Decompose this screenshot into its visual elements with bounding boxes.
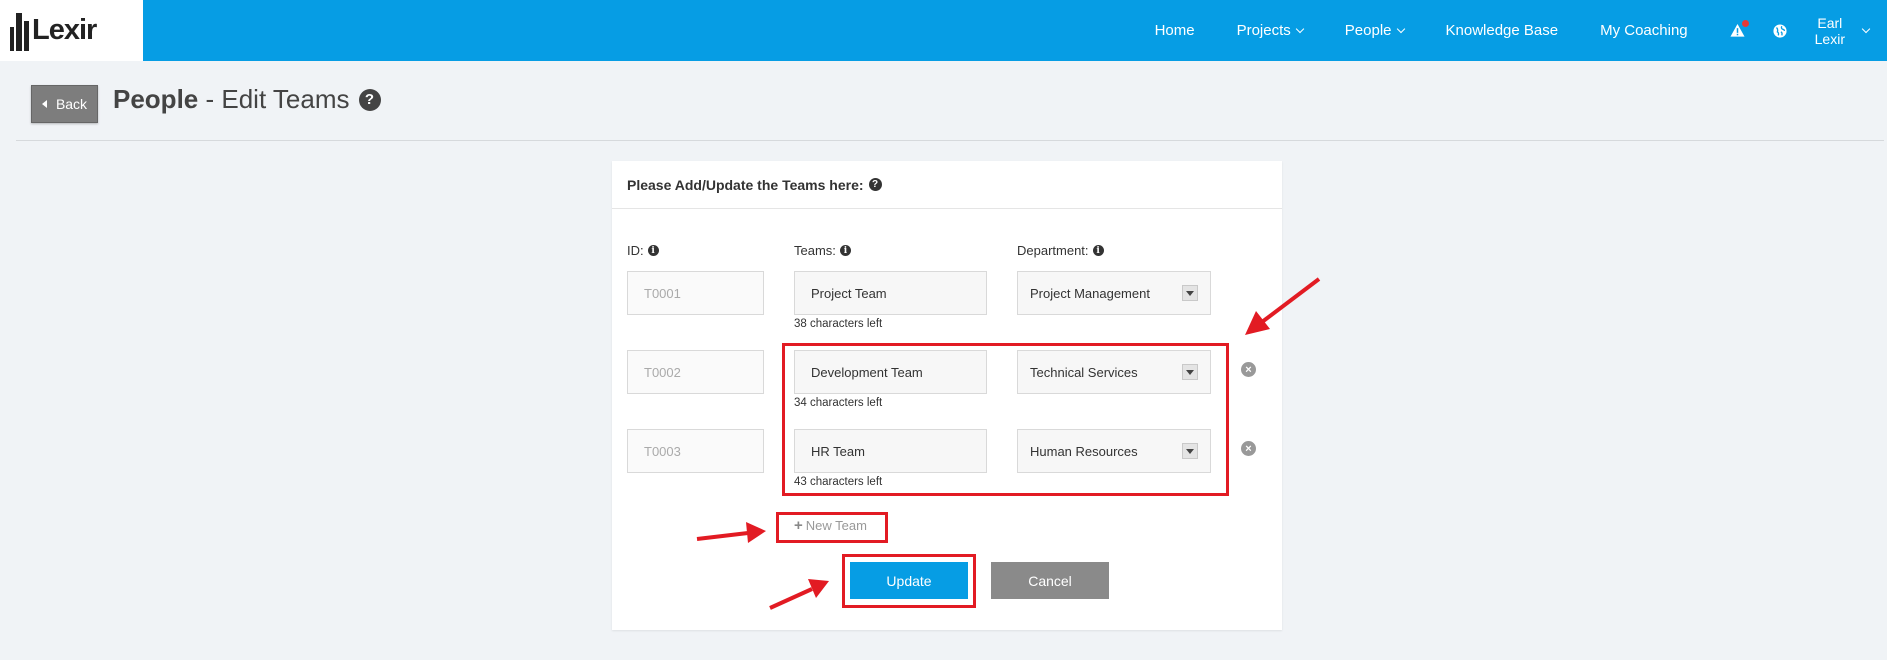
card-title: Please Add/Update the Teams here: [627, 176, 864, 193]
user-menu[interactable]: Earl Lexir [1815, 15, 1845, 47]
new-team-button[interactable]: + New Team [794, 517, 867, 534]
chevron-down-icon [1295, 24, 1305, 33]
page-title-section: People [113, 84, 199, 114]
department-select[interactable]: Technical Services [1017, 350, 1211, 394]
notifications-button[interactable] [1730, 20, 1749, 38]
card-header: Please Add/Update the Teams here: ? [612, 161, 1282, 209]
dropdown-arrow-icon [1182, 364, 1198, 380]
nav-projects[interactable]: Projects [1236, 22, 1305, 39]
page-title: People - Edit Teams ? [113, 84, 381, 115]
team-name-input[interactable]: Development Team [794, 350, 987, 394]
department-column-label: Department: i [1017, 243, 1104, 258]
dropdown-arrow-icon [1182, 443, 1198, 459]
nav-people[interactable]: People [1344, 22, 1405, 39]
remove-row-icon[interactable]: × [1241, 362, 1256, 377]
user-first-name: Earl [1817, 14, 1843, 31]
help-icon[interactable]: ? [868, 178, 882, 191]
department-select[interactable]: Human Resources [1017, 429, 1211, 473]
chevron-down-icon[interactable] [1861, 24, 1871, 33]
characters-left: 38 characters left [794, 318, 883, 330]
caret-left-icon [41, 100, 47, 108]
department-column-text: Department: [1017, 243, 1089, 258]
language-button[interactable] [1773, 23, 1787, 38]
id-column-label: ID: i [627, 243, 659, 258]
nav-home-label: Home [1154, 22, 1195, 39]
help-icon[interactable]: ? [358, 88, 381, 111]
notification-dot [1741, 20, 1749, 27]
plus-icon: + [794, 517, 803, 534]
header-divider [16, 140, 1884, 141]
teams-column-label: Teams: i [794, 243, 851, 258]
department-select-value: Technical Services [1030, 364, 1138, 380]
team-name-input[interactable]: Project Team [794, 271, 987, 315]
team-id-field: T0002 [627, 350, 764, 394]
chevron-down-icon [1396, 24, 1405, 33]
id-column-text: ID: [627, 243, 644, 258]
logo-text: Lexir [32, 14, 97, 46]
back-button-label: Back [55, 96, 88, 112]
user-last-name: Lexir [1814, 30, 1845, 47]
new-team-label: New Team [805, 518, 867, 533]
lexir-logo[interactable]: Lexir [0, 0, 143, 61]
page-title-subtitle: - Edit Teams [205, 84, 350, 114]
cancel-button[interactable]: Cancel [991, 562, 1109, 599]
department-select-value: Human Resources [1030, 443, 1138, 459]
team-id-field: T0003 [627, 429, 764, 473]
info-icon[interactable]: i [839, 245, 851, 256]
remove-row-icon[interactable]: × [1241, 441, 1256, 456]
nav-my-coaching-label: My Coaching [1600, 22, 1688, 39]
main-nav: Home Projects People Knowledge Base My C… [1155, 0, 1887, 61]
characters-left: 34 characters left [794, 397, 883, 409]
nav-my-coaching[interactable]: My Coaching [1600, 22, 1688, 39]
nav-home[interactable]: Home [1155, 22, 1195, 39]
info-icon[interactable]: i [647, 245, 659, 256]
globe-icon [1773, 23, 1787, 38]
top-nav-bar: Lexir Home Projects People Knowledge Bas… [0, 0, 1887, 61]
nav-knowledge-base[interactable]: Knowledge Base [1446, 22, 1559, 39]
update-button[interactable]: Update [850, 562, 968, 599]
info-icon[interactable]: i [1092, 245, 1104, 256]
back-button[interactable]: Back [31, 85, 98, 123]
team-name-input[interactable]: HR Team [794, 429, 987, 473]
nav-projects-label: Projects [1236, 22, 1291, 39]
department-select[interactable]: Project Management [1017, 271, 1211, 315]
nav-people-label: People [1344, 22, 1392, 39]
team-id-field: T0001 [627, 271, 764, 315]
edit-teams-card: Please Add/Update the Teams here: ? [612, 161, 1282, 630]
building-logo-icon [10, 11, 31, 51]
characters-left: 43 characters left [794, 476, 883, 488]
dropdown-arrow-icon [1182, 285, 1198, 301]
teams-column-text: Teams: [794, 243, 836, 258]
department-select-value: Project Management [1030, 285, 1150, 301]
nav-knowledge-base-label: Knowledge Base [1445, 22, 1559, 39]
